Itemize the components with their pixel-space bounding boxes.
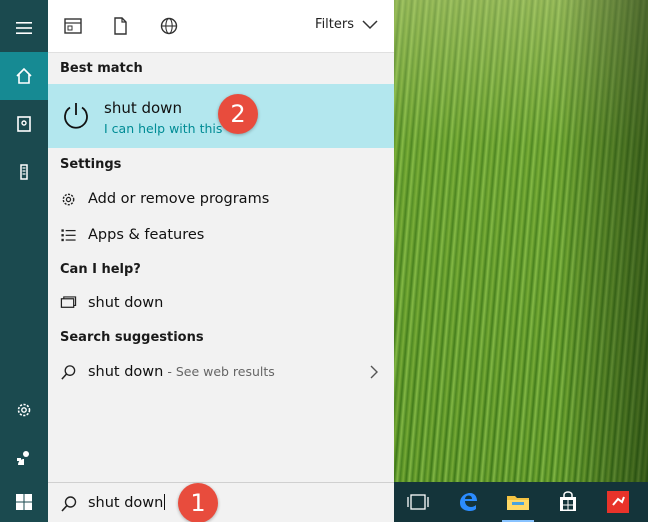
app-button[interactable] [594,482,642,522]
home-button[interactable] [0,52,48,100]
search-icon [59,363,77,381]
menu-button[interactable] [0,4,48,52]
suggestion-hint: - See web results [163,364,275,379]
search-input[interactable]: shut down [88,494,166,511]
taskbar [394,482,648,522]
desktop-wallpaper [394,0,648,482]
power-icon [64,103,88,129]
annotation-badge-1: 1 [178,483,218,522]
list-icon [59,226,77,244]
start-button[interactable] [0,482,48,522]
gear-icon [59,190,77,208]
settings-item-label: Apps & features [88,227,205,243]
edge-browser-button[interactable] [444,482,492,522]
web-filter-icon[interactable] [159,16,179,36]
suggestion-label: shut down - See web results [88,364,275,380]
windows-logo-icon [16,494,32,510]
home-icon [16,67,32,84]
settings-button[interactable] [0,386,48,434]
suggestion-text: shut down [88,364,164,380]
best-match-subtitle: I can help with this [104,121,223,136]
annotation-badge-2: 2 [218,94,258,134]
filters-label: Filters [315,17,354,32]
best-match-header: Best match [60,61,143,76]
settings-item-add-remove-programs[interactable]: Add or remove programs [48,182,394,216]
search-box[interactable]: shut down 1 [48,482,394,522]
wallpaper-shade [558,0,648,482]
document-filter-icon[interactable] [110,16,130,36]
apps-filter-icon[interactable] [63,16,83,36]
suggestion-item-shut-down[interactable]: shut down - See web results [48,355,394,389]
tower-icon [20,164,28,180]
edge-icon [460,493,477,511]
chevron-down-icon [362,19,378,29]
task-view-icon [407,494,429,510]
file-explorer-button[interactable] [494,482,542,522]
filters-dropdown[interactable]: Filters [315,17,378,32]
feedback-icon [17,451,29,465]
notebook-button[interactable] [0,100,48,148]
left-rail [0,0,48,482]
search-input-value: shut down [88,495,164,511]
notebook-icon [17,116,31,132]
store-button[interactable] [544,482,592,522]
settings-item-label: Add or remove programs [88,191,270,207]
can-i-help-header: Can I help? [60,262,141,277]
settings-header: Settings [60,157,122,172]
search-icon [61,496,77,512]
best-match-title: shut down [104,99,182,117]
can-i-help-item-shut-down[interactable]: shut down [48,286,394,320]
chat-icon [59,294,77,312]
task-view-button[interactable] [394,482,442,522]
search-suggestions-header: Search suggestions [60,330,204,345]
results-topbar: Filters [48,0,394,53]
text-caret [164,494,166,510]
folder-icon [507,496,529,510]
hamburger-icon [16,22,32,34]
search-results-panel: Filters Best match shut down I can help … [48,0,394,482]
red-app-icon [607,491,629,513]
gear-icon [17,403,31,417]
chevron-right-icon[interactable] [368,365,380,379]
tower-button[interactable] [0,148,48,196]
settings-item-apps-features[interactable]: Apps & features [48,218,394,252]
can-i-help-label: shut down [88,295,164,311]
best-match-result[interactable]: shut down I can help with this 2 [48,84,394,148]
store-icon [560,491,576,511]
feedback-button[interactable] [0,434,48,482]
